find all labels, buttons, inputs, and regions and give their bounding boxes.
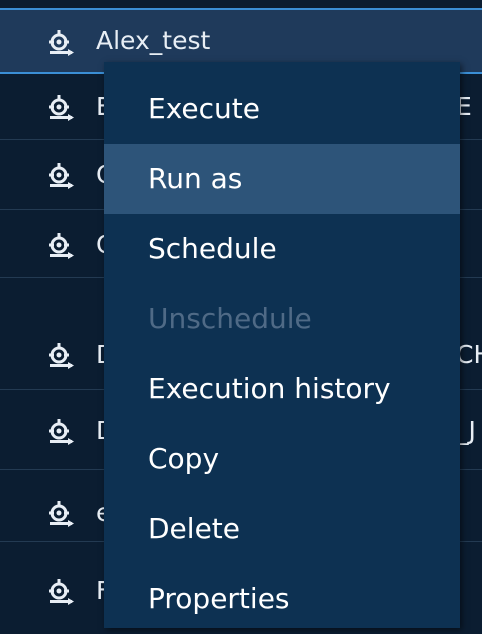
menu-item-unschedule: Unschedule [148,302,312,335]
menu-item-delete[interactable]: Delete [104,494,460,564]
menu-item-copy[interactable]: Copy [104,424,460,494]
job-gear-icon [49,95,74,121]
job-gear-icon [49,419,74,445]
menu-item-run-as[interactable]: Run as [104,144,460,214]
menu-item-properties[interactable]: Properties [104,564,460,634]
job-gear-icon [49,163,74,189]
menu-item-schedule[interactable]: Schedule [104,214,460,284]
menu-item-execute[interactable]: Execute [104,74,460,144]
job-gear-icon [49,233,74,259]
job-row-label: Alex_test [96,26,211,55]
job-gear-icon [49,579,74,605]
job-gear-icon [49,343,74,369]
context-menu: Execute Run as Schedule Unschedule Execu… [104,62,460,628]
job-gear-icon [49,501,74,527]
job-gear-icon [49,30,74,56]
menu-item-execution-history[interactable]: Execution history [104,354,460,424]
